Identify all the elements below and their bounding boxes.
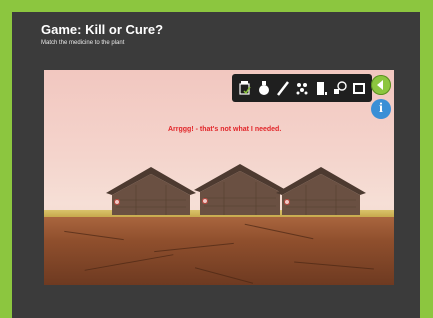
cracked-ground bbox=[44, 217, 394, 285]
hut-left[interactable] bbox=[106, 165, 196, 215]
box-icon[interactable] bbox=[352, 80, 366, 96]
feedback-message: Arrggg! - that's not what I needed. bbox=[168, 126, 282, 133]
capsule-icon[interactable] bbox=[333, 80, 347, 96]
hut-middle[interactable] bbox=[194, 162, 286, 215]
game-stage[interactable] bbox=[44, 70, 394, 285]
target-marker[interactable] bbox=[284, 199, 290, 205]
back-button[interactable] bbox=[371, 75, 391, 95]
medicine-toolbar bbox=[232, 74, 372, 102]
back-arrow-icon bbox=[377, 80, 383, 90]
page-subtitle: Match the medicine to the plant bbox=[41, 40, 125, 46]
info-icon: i bbox=[379, 101, 383, 116]
syringe-icon[interactable] bbox=[276, 80, 290, 96]
jar-icon[interactable] bbox=[238, 80, 252, 96]
hut-right[interactable] bbox=[276, 165, 366, 215]
pellets-icon[interactable] bbox=[295, 80, 309, 96]
target-marker[interactable] bbox=[202, 198, 208, 204]
bottle-icon[interactable] bbox=[314, 80, 328, 96]
info-button[interactable]: i bbox=[371, 99, 391, 119]
page-title: Game: Kill or Cure? bbox=[41, 22, 164, 37]
target-marker[interactable] bbox=[114, 199, 120, 205]
flask-icon[interactable] bbox=[257, 80, 271, 96]
